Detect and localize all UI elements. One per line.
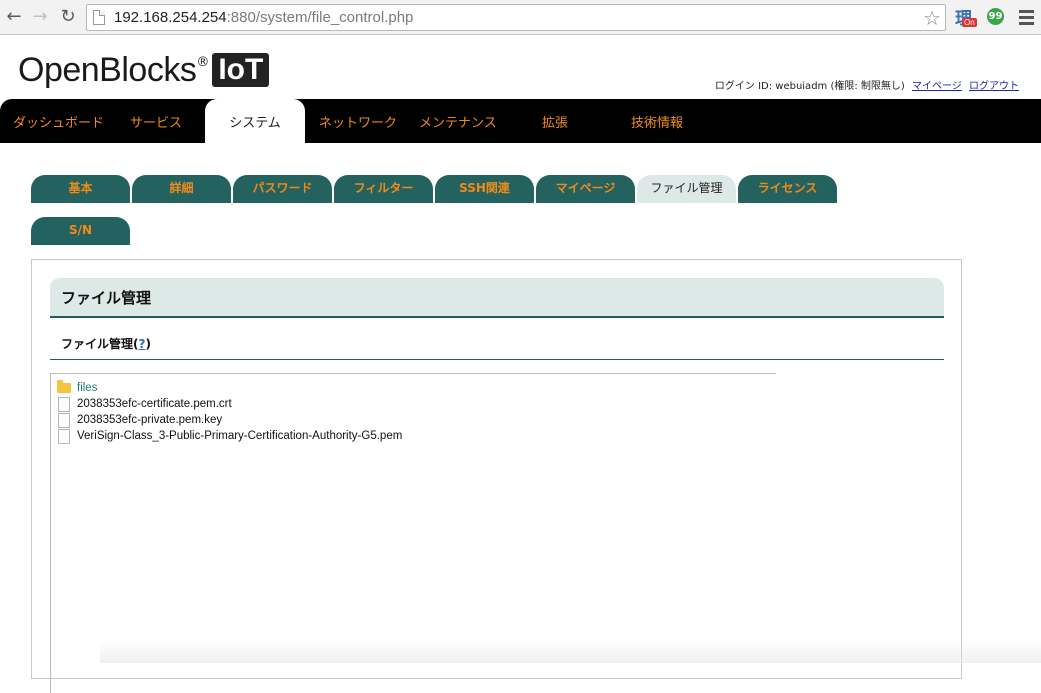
tab-basic[interactable]: 基本	[31, 175, 130, 203]
file-icon	[58, 428, 70, 444]
tree-item-folder[interactable]: files	[57, 380, 97, 396]
tab-details[interactable]: 詳細	[132, 175, 231, 203]
back-arrow-icon: ←	[6, 6, 22, 27]
extension-quote-icon[interactable]: 99	[987, 8, 1004, 25]
tab-license[interactable]: ライセンス	[738, 175, 837, 203]
extension-ri-icon[interactable]: 理 On	[955, 6, 977, 30]
tab-password[interactable]: パスワード	[233, 175, 332, 203]
back-button[interactable]: ←	[4, 7, 24, 27]
nav-item-system[interactable]: システム	[205, 99, 305, 143]
nav-item-network[interactable]: ネットワーク	[319, 99, 397, 143]
subsection-title-wrap: ファイル管理(?)	[61, 335, 151, 352]
url-host: 192.168.254.254	[114, 9, 227, 26]
page-title: ファイル管理	[61, 289, 152, 307]
logout-link[interactable]: ログアウト	[969, 81, 1019, 92]
file-label: 2038353efc-private.pem.key	[77, 414, 223, 426]
tab-ssh[interactable]: SSH関連	[435, 175, 534, 203]
extension-ri-badge: On	[962, 18, 977, 27]
reload-icon: ↻	[60, 6, 76, 27]
tab-file-management[interactable]: ファイル管理	[637, 175, 736, 203]
tab-mypage[interactable]: マイページ	[536, 175, 635, 203]
nav-item-tech-info[interactable]: 技術情報	[631, 99, 683, 143]
logo-text: OpenBlocks	[18, 50, 197, 89]
file-icon	[58, 396, 70, 412]
logo-registered-mark: ®	[196, 54, 210, 70]
tab-filter[interactable]: フィルター	[334, 175, 433, 203]
tree-item-file[interactable]: VeriSign-Class_3-Public-Primary-Certific…	[57, 428, 402, 444]
help-close-paren: )	[145, 337, 151, 351]
nav-item-dashboard[interactable]: ダッシュボード	[13, 99, 104, 143]
forward-button[interactable]: →	[30, 7, 50, 27]
main-nav: ダッシュボード サービス システム ネットワーク メンテナンス 拡張 技術情報	[0, 99, 1041, 143]
extension-quote-glyph: 99	[988, 11, 1003, 22]
tree-item-file[interactable]: 2038353efc-certificate.pem.crt	[57, 396, 232, 412]
user-info: ログイン ID: webuiadm (権限: 制限無し) マイページ ログアウト	[715, 77, 1019, 92]
nav-item-services[interactable]: サービス	[130, 99, 182, 143]
content-panel: ファイル管理 ファイル管理(?) files 2038353efc-certif…	[31, 259, 962, 693]
folder-label: files	[77, 382, 98, 394]
url-path: :880/system/file_control.php	[226, 9, 414, 26]
site-logo: OpenBlocks ® IoT	[18, 50, 270, 89]
reload-button[interactable]: ↻	[58, 7, 78, 27]
page-icon	[93, 10, 105, 25]
subsection-title: ファイル管理	[61, 337, 134, 351]
bottom-shade	[100, 640, 1041, 663]
subsection-header: ファイル管理(?)	[50, 332, 944, 360]
tab-serial-number[interactable]: S/N	[31, 217, 130, 245]
section-header: ファイル管理	[50, 278, 944, 318]
file-label: 2038353efc-certificate.pem.crt	[77, 398, 232, 410]
browser-menu-icon[interactable]	[1019, 10, 1034, 28]
bookmark-star-icon[interactable]: ☆	[923, 6, 941, 30]
login-info-text: ログイン ID: webuiadm (権限: 制限無し)	[714, 81, 905, 92]
file-label: VeriSign-Class_3-Public-Primary-Certific…	[77, 430, 403, 442]
file-icon	[58, 412, 70, 428]
tree-item-file[interactable]: 2038353efc-private.pem.key	[57, 412, 222, 428]
mypage-link[interactable]: マイページ	[912, 81, 962, 92]
forward-arrow-icon: →	[32, 6, 48, 27]
browser-toolbar: ← → ↻ 192.168.254.254:880/system/file_co…	[0, 0, 1041, 35]
logo-iot-badge: IoT	[212, 53, 270, 87]
url-text: 192.168.254.254:880/system/file_control.…	[114, 9, 413, 26]
folder-icon	[57, 380, 71, 393]
address-bar[interactable]: 192.168.254.254:880/system/file_control.…	[86, 4, 946, 31]
nav-item-extension[interactable]: 拡張	[542, 99, 568, 143]
nav-item-maintenance[interactable]: メンテナンス	[419, 99, 497, 143]
